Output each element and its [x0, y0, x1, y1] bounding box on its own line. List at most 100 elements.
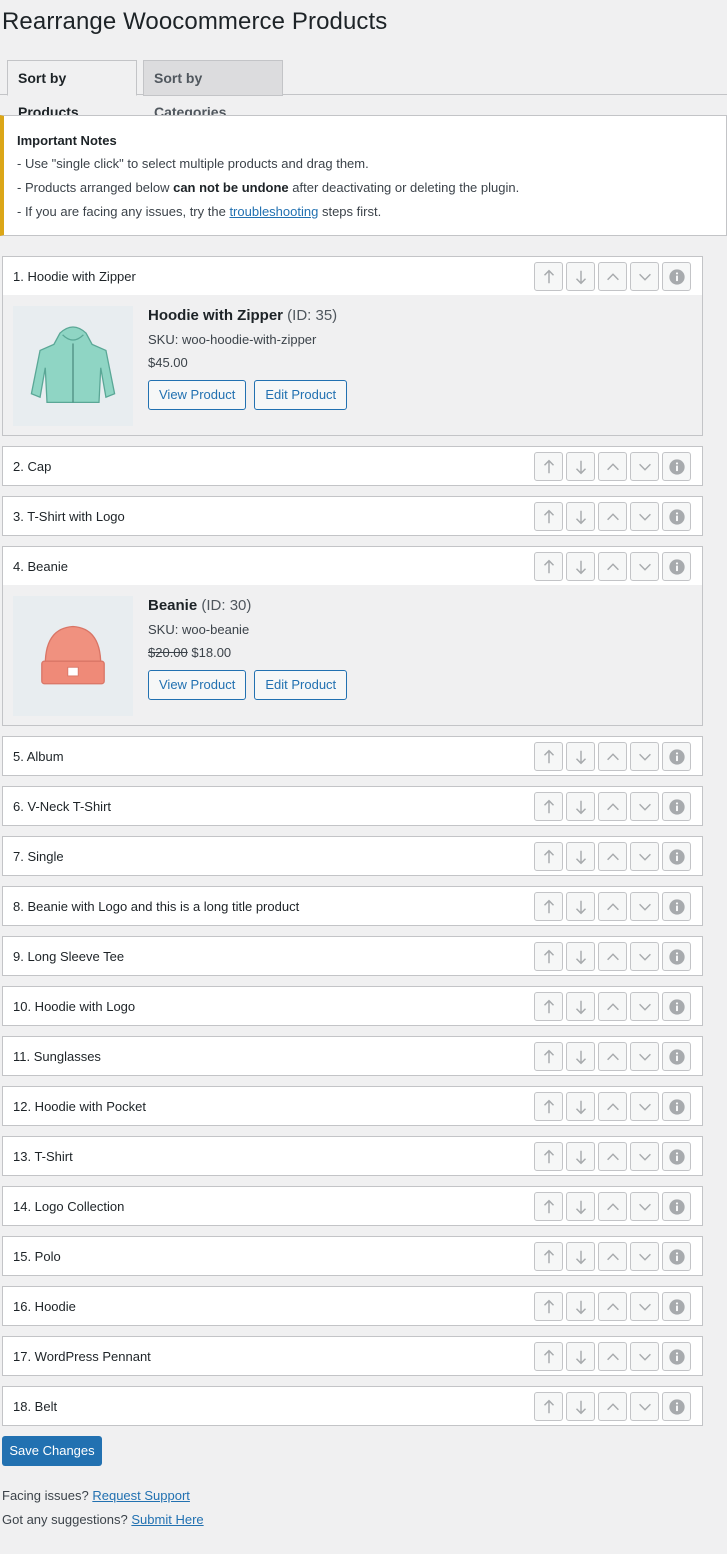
view-product-button[interactable]: View Product	[148, 380, 247, 410]
chevron-down-button[interactable]	[630, 992, 659, 1021]
chevron-down-button[interactable]	[630, 1292, 659, 1321]
chevron-up-button[interactable]	[598, 1392, 627, 1421]
chevron-down-button[interactable]	[630, 552, 659, 581]
product-item[interactable]: 17. WordPress Pennant	[2, 1336, 703, 1376]
arrow-up-button[interactable]	[534, 552, 563, 581]
arrow-down-button[interactable]	[566, 992, 595, 1021]
arrow-up-button[interactable]	[534, 1092, 563, 1121]
chevron-up-button[interactable]	[598, 942, 627, 971]
arrow-down-button[interactable]	[566, 742, 595, 771]
arrow-down-button[interactable]	[566, 842, 595, 871]
arrow-down-button[interactable]	[566, 1292, 595, 1321]
chevron-down-button[interactable]	[630, 1242, 659, 1271]
product-item-header[interactable]: 12. Hoodie with Pocket	[3, 1087, 702, 1125]
product-item-header[interactable]: 6. V-Neck T-Shirt	[3, 787, 702, 825]
chevron-down-button[interactable]	[630, 452, 659, 481]
chevron-up-button[interactable]	[598, 1042, 627, 1071]
submit-here-link[interactable]: Submit Here	[131, 1512, 203, 1527]
arrow-down-button[interactable]	[566, 942, 595, 971]
product-item-header[interactable]: 2. Cap	[3, 447, 702, 485]
chevron-down-button[interactable]	[630, 262, 659, 291]
chevron-up-button[interactable]	[598, 1092, 627, 1121]
product-item-header[interactable]: 14. Logo Collection	[3, 1187, 702, 1225]
chevron-up-button[interactable]	[598, 742, 627, 771]
chevron-down-button[interactable]	[630, 1142, 659, 1171]
info-button[interactable]	[662, 892, 691, 921]
product-item[interactable]: 1. Hoodie with Zipper Hoodie with Zipper …	[2, 256, 703, 436]
product-item[interactable]: 10. Hoodie with Logo	[2, 986, 703, 1026]
chevron-down-button[interactable]	[630, 1092, 659, 1121]
chevron-down-button[interactable]	[630, 1342, 659, 1371]
save-changes-button[interactable]: Save Changes	[2, 1436, 102, 1466]
arrow-up-button[interactable]	[534, 1142, 563, 1171]
edit-product-button[interactable]: Edit Product	[254, 380, 348, 410]
arrow-up-button[interactable]	[534, 1292, 563, 1321]
chevron-down-button[interactable]	[630, 502, 659, 531]
info-button[interactable]	[662, 262, 691, 291]
chevron-up-button[interactable]	[598, 1292, 627, 1321]
arrow-up-button[interactable]	[534, 1342, 563, 1371]
info-button[interactable]	[662, 1292, 691, 1321]
info-button[interactable]	[662, 502, 691, 531]
chevron-down-button[interactable]	[630, 842, 659, 871]
info-button[interactable]	[662, 1092, 691, 1121]
arrow-down-button[interactable]	[566, 452, 595, 481]
product-item[interactable]: 9. Long Sleeve Tee	[2, 936, 703, 976]
product-item-header[interactable]: 4. Beanie	[3, 547, 702, 585]
info-button[interactable]	[662, 452, 691, 481]
product-item-header[interactable]: 8. Beanie with Logo and this is a long t…	[3, 887, 702, 925]
arrow-up-button[interactable]	[534, 842, 563, 871]
product-item-header[interactable]: 7. Single	[3, 837, 702, 875]
arrow-up-button[interactable]	[534, 502, 563, 531]
info-button[interactable]	[662, 552, 691, 581]
chevron-up-button[interactable]	[598, 502, 627, 531]
arrow-up-button[interactable]	[534, 892, 563, 921]
info-button[interactable]	[662, 1042, 691, 1071]
arrow-up-button[interactable]	[534, 452, 563, 481]
info-button[interactable]	[662, 1342, 691, 1371]
chevron-up-button[interactable]	[598, 262, 627, 291]
product-item[interactable]: 3. T-Shirt with Logo	[2, 496, 703, 536]
product-item-header[interactable]: 18. Belt	[3, 1387, 702, 1425]
chevron-down-button[interactable]	[630, 792, 659, 821]
info-button[interactable]	[662, 1142, 691, 1171]
arrow-down-button[interactable]	[566, 892, 595, 921]
product-item[interactable]: 2. Cap	[2, 446, 703, 486]
arrow-up-button[interactable]	[534, 742, 563, 771]
tab-sort-by-products[interactable]: Sort by Products	[7, 60, 137, 120]
info-button[interactable]	[662, 1192, 691, 1221]
chevron-down-button[interactable]	[630, 1192, 659, 1221]
arrow-down-button[interactable]	[566, 1092, 595, 1121]
product-item[interactable]: 14. Logo Collection	[2, 1186, 703, 1226]
chevron-down-button[interactable]	[630, 942, 659, 971]
product-item[interactable]: 6. V-Neck T-Shirt	[2, 786, 703, 826]
arrow-down-button[interactable]	[566, 502, 595, 531]
chevron-up-button[interactable]	[598, 1242, 627, 1271]
product-item-header[interactable]: 16. Hoodie	[3, 1287, 702, 1325]
info-button[interactable]	[662, 942, 691, 971]
product-item[interactable]: 4. Beanie Beanie (ID: 30) SKU: woo-beanie $…	[2, 546, 703, 726]
view-product-button[interactable]: View Product	[148, 670, 247, 700]
product-item-header[interactable]: 11. Sunglasses	[3, 1037, 702, 1075]
info-button[interactable]	[662, 1392, 691, 1421]
product-item-header[interactable]: 5. Album	[3, 737, 702, 775]
arrow-up-button[interactable]	[534, 1042, 563, 1071]
info-button[interactable]	[662, 992, 691, 1021]
chevron-up-button[interactable]	[598, 1142, 627, 1171]
chevron-up-button[interactable]	[598, 842, 627, 871]
product-item[interactable]: 15. Polo	[2, 1236, 703, 1276]
arrow-down-button[interactable]	[566, 1392, 595, 1421]
chevron-down-button[interactable]	[630, 742, 659, 771]
chevron-down-button[interactable]	[630, 1042, 659, 1071]
product-item[interactable]: 11. Sunglasses	[2, 1036, 703, 1076]
chevron-up-button[interactable]	[598, 992, 627, 1021]
product-item-header[interactable]: 9. Long Sleeve Tee	[3, 937, 702, 975]
info-button[interactable]	[662, 792, 691, 821]
arrow-down-button[interactable]	[566, 552, 595, 581]
troubleshooting-link[interactable]: troubleshooting	[229, 204, 318, 219]
product-item[interactable]: 18. Belt	[2, 1386, 703, 1426]
chevron-up-button[interactable]	[598, 552, 627, 581]
arrow-down-button[interactable]	[566, 1142, 595, 1171]
chevron-down-button[interactable]	[630, 1392, 659, 1421]
product-item-header[interactable]: 17. WordPress Pennant	[3, 1337, 702, 1375]
